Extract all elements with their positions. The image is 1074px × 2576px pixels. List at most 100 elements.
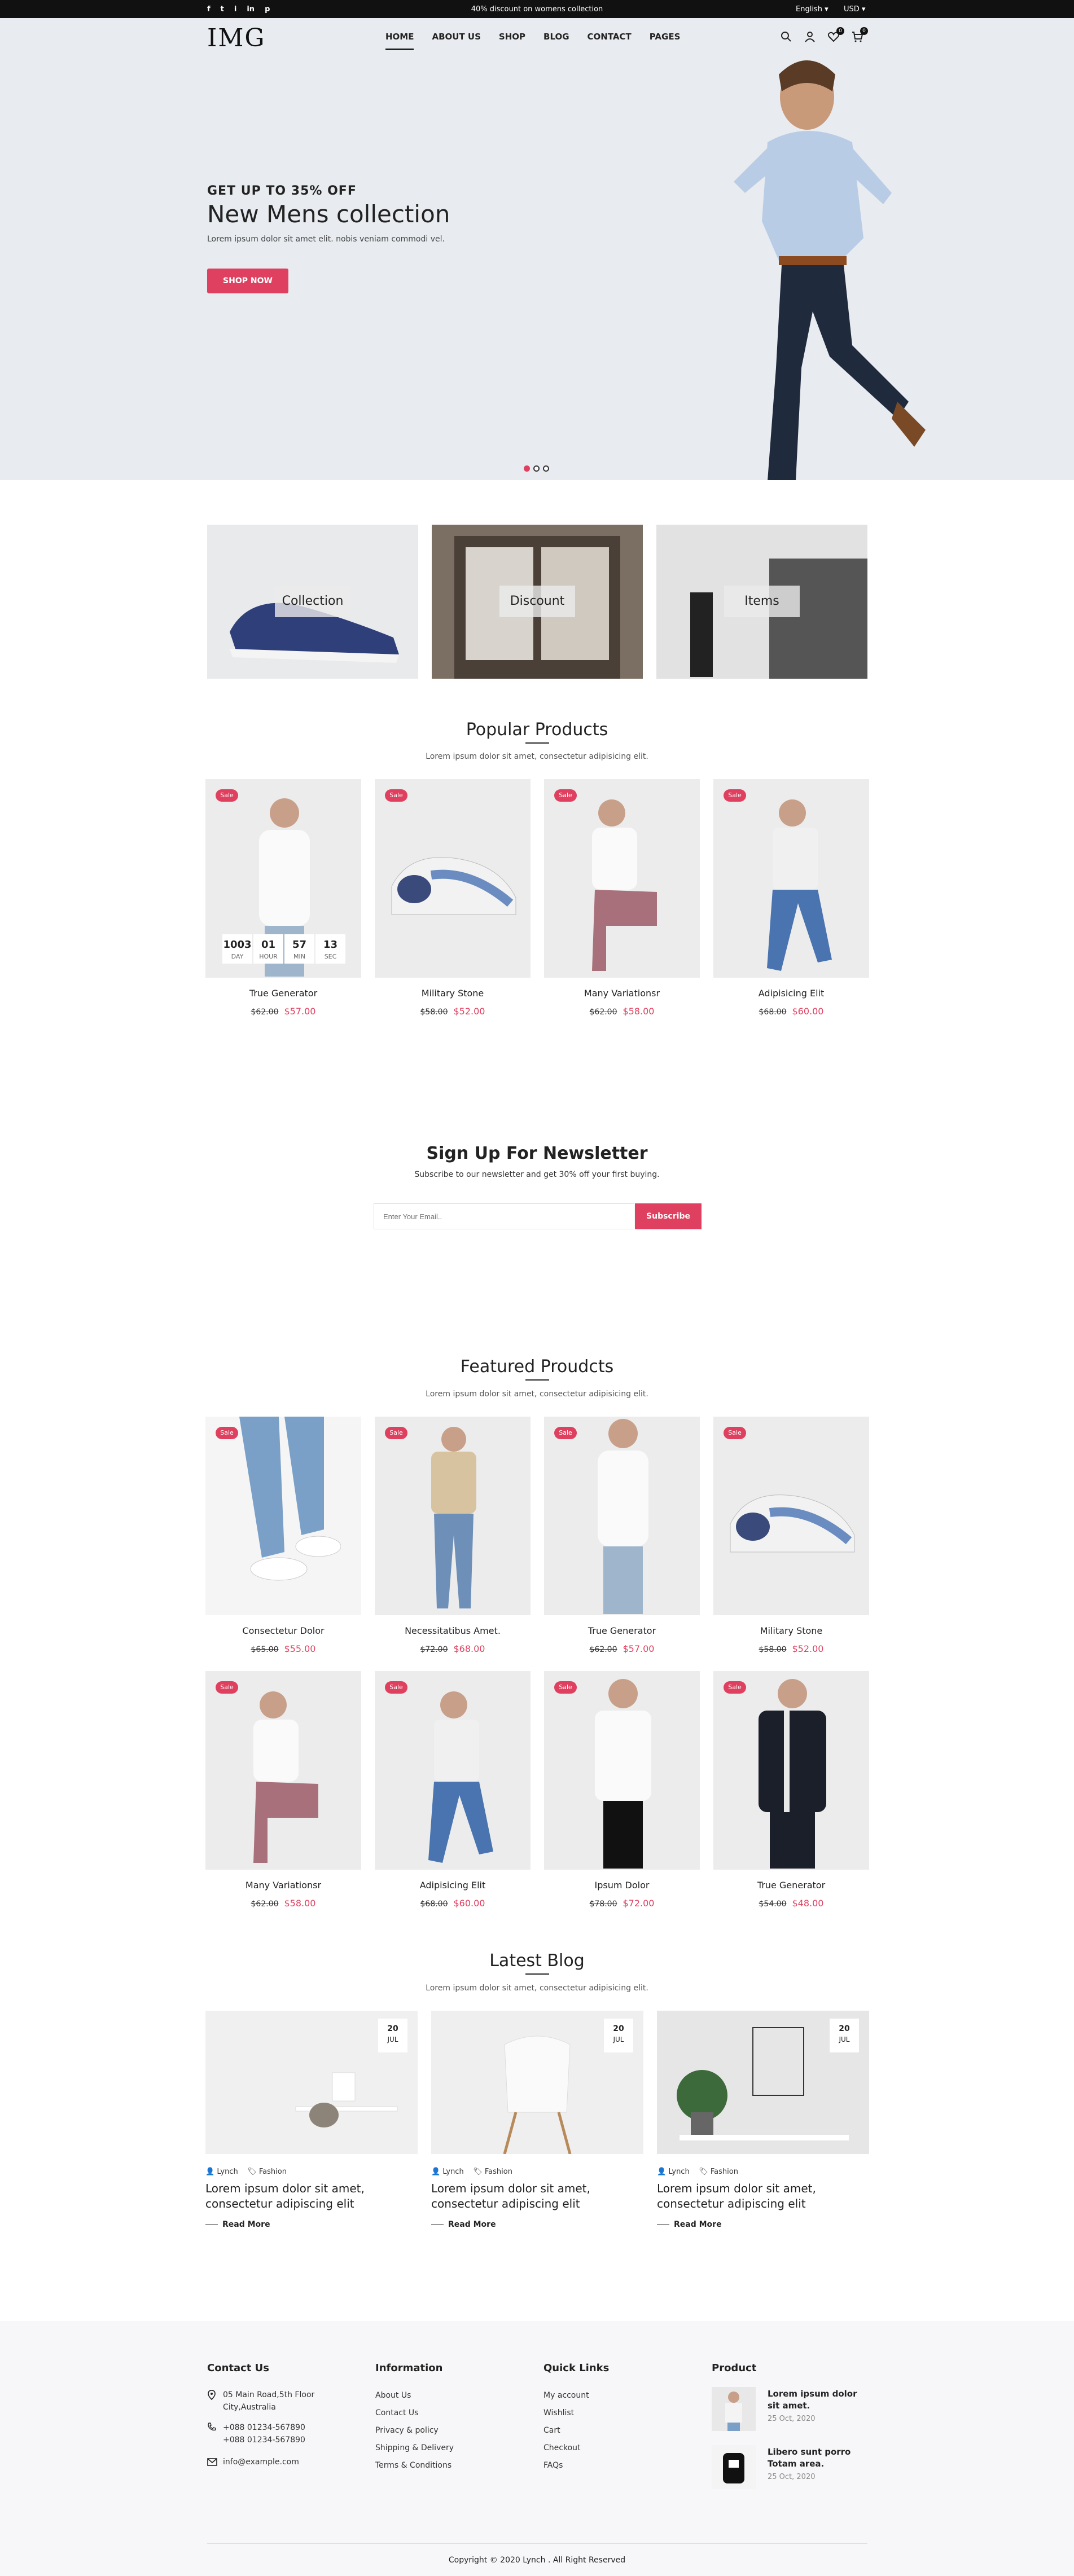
read-more-link[interactable]: Read More [657,2220,722,2229]
category-collection[interactable]: Collection [207,525,418,679]
blog-meta: 👤 Lynch 🏷 Fashion [657,2168,738,2176]
product-price: $58.00 $52.00 [759,1643,824,1654]
nav-blog[interactable]: BLOG [543,32,569,50]
cart-count: 0 [860,27,868,35]
blog-author[interactable]: Lynch [442,2168,463,2176]
user-icon[interactable] [804,30,816,43]
product-name[interactable]: Military Stone [713,1625,869,1636]
blog-post-title[interactable]: Lorem ipsum dolor sit amet, consectetur … [205,2181,418,2212]
product-name[interactable]: Military Stone [375,988,531,999]
product-image[interactable]: Sale [544,779,700,978]
footer-link[interactable]: FAQs [543,2461,563,2470]
category-items[interactable]: Items [656,525,867,679]
footer-link[interactable]: Privacy & policy [375,2426,439,2435]
blog-author[interactable]: Lynch [668,2168,689,2176]
blog-date: 20 JUL [378,2019,407,2052]
nav-pages[interactable]: PAGES [650,32,681,50]
product-image[interactable]: Sale [713,779,869,978]
category-label: Items [724,586,800,617]
blog-image[interactable]: 20 JUL [657,2011,869,2154]
footer-link[interactable]: My account [543,2391,589,2400]
footer-link[interactable]: Checkout [543,2443,581,2452]
blog-category[interactable]: Fashion [485,2168,512,2176]
slider-dot[interactable] [524,465,530,472]
subscribe-button[interactable]: Subscribe [635,1203,702,1229]
tag-icon: 🏷 [473,2168,483,2176]
product-name[interactable]: True Generator [205,988,361,999]
blog-post-title[interactable]: Lorem ipsum dolor sit amet, consectetur … [431,2181,643,2212]
product-name[interactable]: Adipisicing Elit [713,988,869,999]
blog-post-title[interactable]: Lorem ipsum dolor sit amet, consectetur … [657,2181,869,2212]
footer-link[interactable]: Cart [543,2426,560,2435]
model-thumbnail [725,2392,742,2431]
product-image[interactable]: Sale [713,1671,869,1870]
footer-product-name[interactable]: Libero sunt porro Totam area. [768,2446,869,2470]
blog-author[interactable]: Lynch [217,2168,238,2176]
footer-link[interactable]: Wishlist [543,2408,574,2417]
hero-subtitle: Lorem ipsum dolor sit amet elit. nobis v… [207,235,445,244]
footer-product-name[interactable]: Lorem ipsum dolor sit amet. [768,2388,869,2412]
search-icon[interactable] [780,30,792,43]
nav-home[interactable]: HOME [385,32,414,50]
cart-button[interactable]: 0 [851,27,868,43]
product-image[interactable]: Sale [713,1417,869,1615]
footer-link[interactable]: Terms & Conditions [375,2461,451,2470]
product-image[interactable]: Sale [375,1417,531,1615]
currency-select[interactable]: USD ▾ [844,5,865,14]
footer-email[interactable]: info@example.com [223,2456,299,2468]
footer-phone[interactable]: +088 01234-567890 +088 01234-567890 [223,2421,305,2446]
sale-badge: Sale [724,1427,746,1439]
product-price: $68.00 $60.00 [759,1006,824,1017]
footer-link[interactable]: Contact Us [375,2408,418,2417]
product-image[interactable]: Sale [375,779,531,978]
email-input[interactable] [374,1203,634,1229]
blog-image[interactable]: 20 JUL [431,2011,643,2154]
logo[interactable]: IMG [207,24,266,52]
nav-about[interactable]: ABOUT US [432,32,480,50]
product-image[interactable]: Sale [544,1671,700,1870]
product-name[interactable]: Consectetur Dolor [205,1625,361,1636]
title-underline [525,1973,549,1975]
product-image[interactable]: Sale 1003 DAY 01 HOUR 57 MIN 13 SEC [205,779,361,978]
model-image [431,1427,476,1608]
sale-badge: Sale [554,1427,577,1439]
nav-contact[interactable]: CONTACT [588,32,632,50]
footer [0,2321,1074,2576]
main-nav: HOME ABOUT US SHOP BLOG CONTACT PAGES [385,32,680,50]
footer-quick-links-title: Quick Links [543,2362,610,2374]
category-discount[interactable]: Discount [432,525,643,679]
language-select[interactable]: English ▾ [796,5,828,14]
shop-now-button[interactable]: SHOP NOW [207,269,288,293]
location-icon [208,2390,216,2400]
title-underline [525,1379,549,1381]
model-image [592,799,657,971]
product-name[interactable]: True Generator [544,1625,700,1636]
footer-product-image[interactable] [712,2445,756,2489]
sale-badge: Sale [554,1681,577,1694]
product-name[interactable]: Necessitatibus Amet. [375,1625,531,1636]
footer-link[interactable]: Shipping & Delivery [375,2443,454,2452]
countdown-timer: 1003 DAY 01 HOUR 57 MIN 13 SEC [222,934,345,964]
read-more-link[interactable]: Read More [431,2220,496,2229]
footer-information-title: Information [375,2362,443,2374]
product-name[interactable]: Many Variationsr [205,1880,361,1891]
product-image[interactable]: Sale [544,1417,700,1615]
blog-category[interactable]: Fashion [259,2168,287,2176]
read-more-link[interactable]: Read More [205,2220,270,2229]
blog-category[interactable]: Fashion [711,2168,738,2176]
product-name[interactable]: Adipisicing Elit [375,1880,531,1891]
product-image[interactable]: Sale [375,1671,531,1870]
footer-product-image[interactable] [712,2387,756,2431]
model-image [759,1679,826,1869]
product-image[interactable]: Sale [205,1417,361,1615]
nav-shop[interactable]: SHOP [499,32,525,50]
product-name[interactable]: Many Variationsr [544,988,700,999]
product-name[interactable]: Ipsum Dolor [544,1880,700,1891]
footer-link[interactable]: About Us [375,2391,411,2400]
blog-image[interactable]: 20 JUL [205,2011,418,2154]
slider-dot[interactable] [533,465,540,472]
product-name[interactable]: True Generator [713,1880,869,1891]
wishlist-button[interactable]: 0 [827,27,844,43]
product-image[interactable]: Sale [205,1671,361,1870]
slider-dot[interactable] [543,465,549,472]
